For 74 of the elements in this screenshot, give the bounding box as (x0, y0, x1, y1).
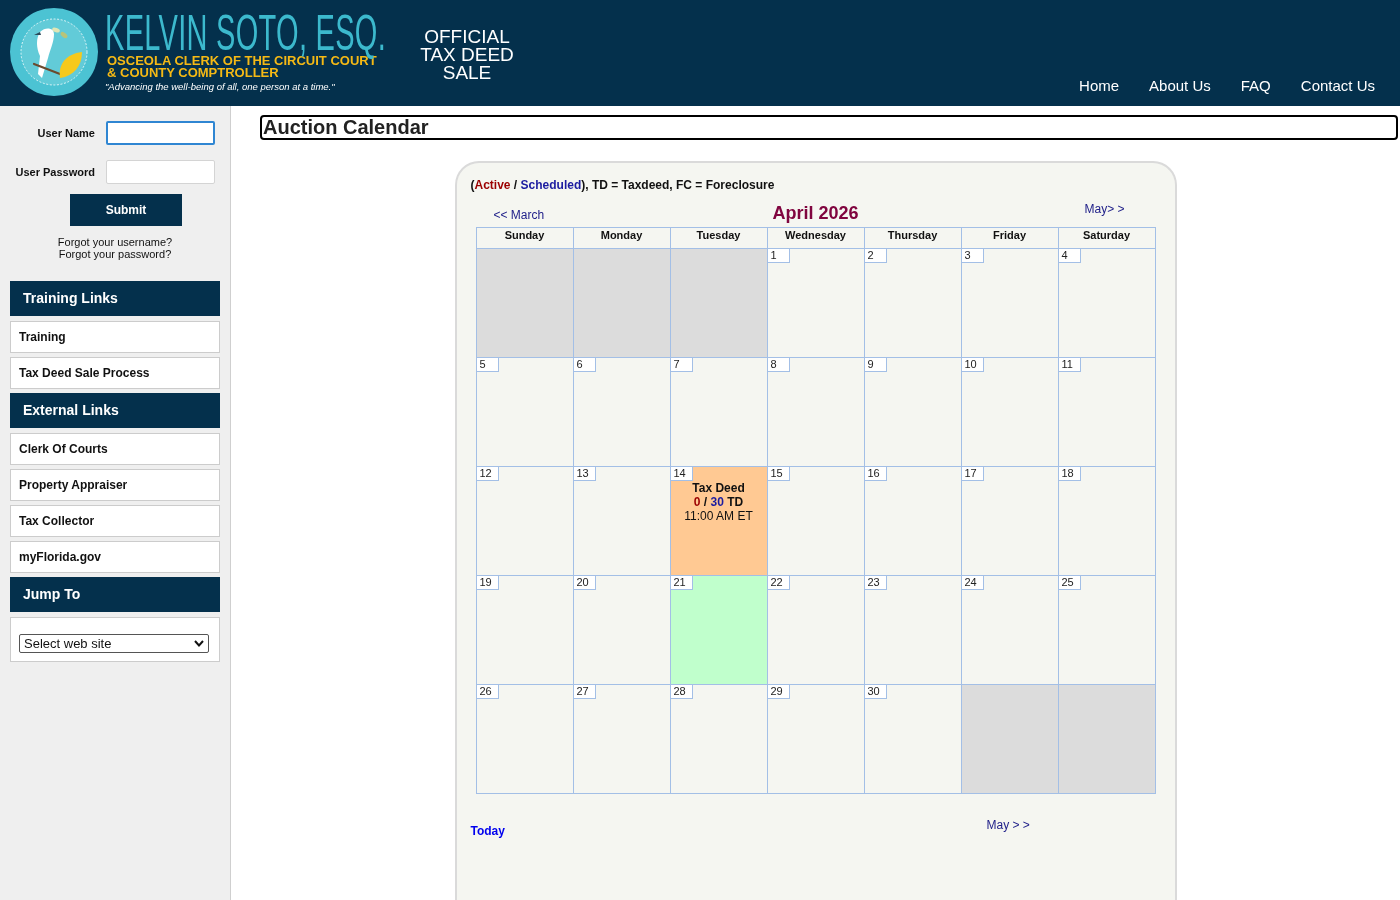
weekday-header: Friday (961, 227, 1058, 249)
day-number: 14 (670, 467, 693, 481)
sidebar-link[interactable]: Training (10, 321, 220, 353)
day-number: 26 (476, 685, 499, 699)
day-number: 11 (1058, 358, 1081, 372)
day-number: 21 (670, 576, 693, 590)
day-number: 27 (573, 685, 596, 699)
day-number: 18 (1058, 467, 1081, 481)
weekday-header: Monday (573, 227, 670, 249)
page-heading: Auction Calendar (260, 115, 1398, 140)
submit-button[interactable]: Submit (70, 194, 182, 226)
sidebar-link[interactable]: Clerk Of Courts (10, 433, 220, 465)
site-tagline: "Advancing the well-being of all, one person at a time." (105, 81, 335, 93)
section-header: Jump To (10, 577, 220, 612)
sale-title: TAX DEED (420, 46, 514, 64)
bird-logo-icon (10, 8, 98, 96)
field-label: User Name (36, 125, 95, 141)
day-number: 4 (1058, 249, 1081, 263)
forgot-link[interactable]: Forgot your password? (58, 248, 172, 260)
day-number: 1 (767, 249, 790, 263)
input-field[interactable] (106, 121, 215, 145)
weekday-header: Wednesday (767, 227, 864, 249)
month-title: April 2026 (772, 202, 859, 223)
chevron-down-icon (194, 640, 204, 647)
nav-link[interactable]: Contact Us (1300, 77, 1375, 95)
site-subtitle: & COUNTY COMPTROLLER (107, 67, 279, 79)
sidebar-link[interactable]: myFlorida.gov (10, 541, 220, 573)
day-number: 22 (767, 576, 790, 590)
day-number: 3 (961, 249, 984, 263)
today-link[interactable]: Today (470, 824, 505, 838)
event-time: 11:00 AM ET (684, 509, 753, 523)
site-select[interactable]: Select web site (19, 634, 209, 653)
day-number: 2 (864, 249, 887, 263)
day-number: 30 (864, 685, 887, 699)
event-counts: 0 / 30 TD (693, 495, 744, 509)
next-month-link[interactable]: May > > (986, 818, 1030, 832)
day-number: 13 (573, 467, 596, 481)
nav-link[interactable]: FAQ (1240, 77, 1271, 95)
weekday-header: Sunday (476, 227, 573, 249)
prev-month-link[interactable]: << March (493, 208, 545, 222)
day-number: 28 (670, 685, 693, 699)
day-number: 5 (476, 358, 499, 372)
day-number: 15 (767, 467, 790, 481)
day-number: 20 (573, 576, 596, 590)
nav-link[interactable]: About Us (1149, 77, 1211, 95)
day-number: 10 (961, 358, 984, 372)
forgot-link[interactable]: Forgot your username? (57, 236, 173, 248)
field-label: User Password (14, 164, 95, 180)
weekday-header: Tuesday (670, 227, 767, 249)
day-number: 7 (670, 358, 693, 372)
sale-title: SALE (442, 64, 492, 82)
calendar-legend: (Active / Scheduled), TD = Taxdeed, FC = Foreclosure (456, 178, 1175, 192)
sidebar-link[interactable]: Property Appraiser (10, 469, 220, 501)
sidebar-link[interactable]: Tax Collector (10, 505, 220, 537)
weekday-header: Saturday (1058, 227, 1155, 249)
nav-link[interactable]: Home (1079, 77, 1120, 95)
day-number: 23 (864, 576, 887, 590)
sale-title: OFFICIAL (424, 28, 510, 46)
day-number: 12 (476, 467, 499, 481)
day-number: 29 (767, 685, 790, 699)
event-title: Tax Deed (692, 481, 745, 495)
section-header: External Links (10, 393, 220, 428)
day-number: 8 (767, 358, 790, 372)
day-number: 17 (961, 467, 984, 481)
day-number: 16 (864, 467, 887, 481)
section-header: Training Links (10, 281, 220, 316)
sidebar-link[interactable]: Tax Deed Sale Process (10, 357, 220, 389)
day-number: 19 (476, 576, 499, 590)
next-month-link[interactable]: May> > (1084, 202, 1125, 216)
day-number: 24 (961, 576, 984, 590)
weekday-header: Thursday (864, 227, 961, 249)
day-number: 25 (1058, 576, 1081, 590)
day-number: 6 (573, 358, 596, 372)
day-number: 9 (864, 358, 887, 372)
